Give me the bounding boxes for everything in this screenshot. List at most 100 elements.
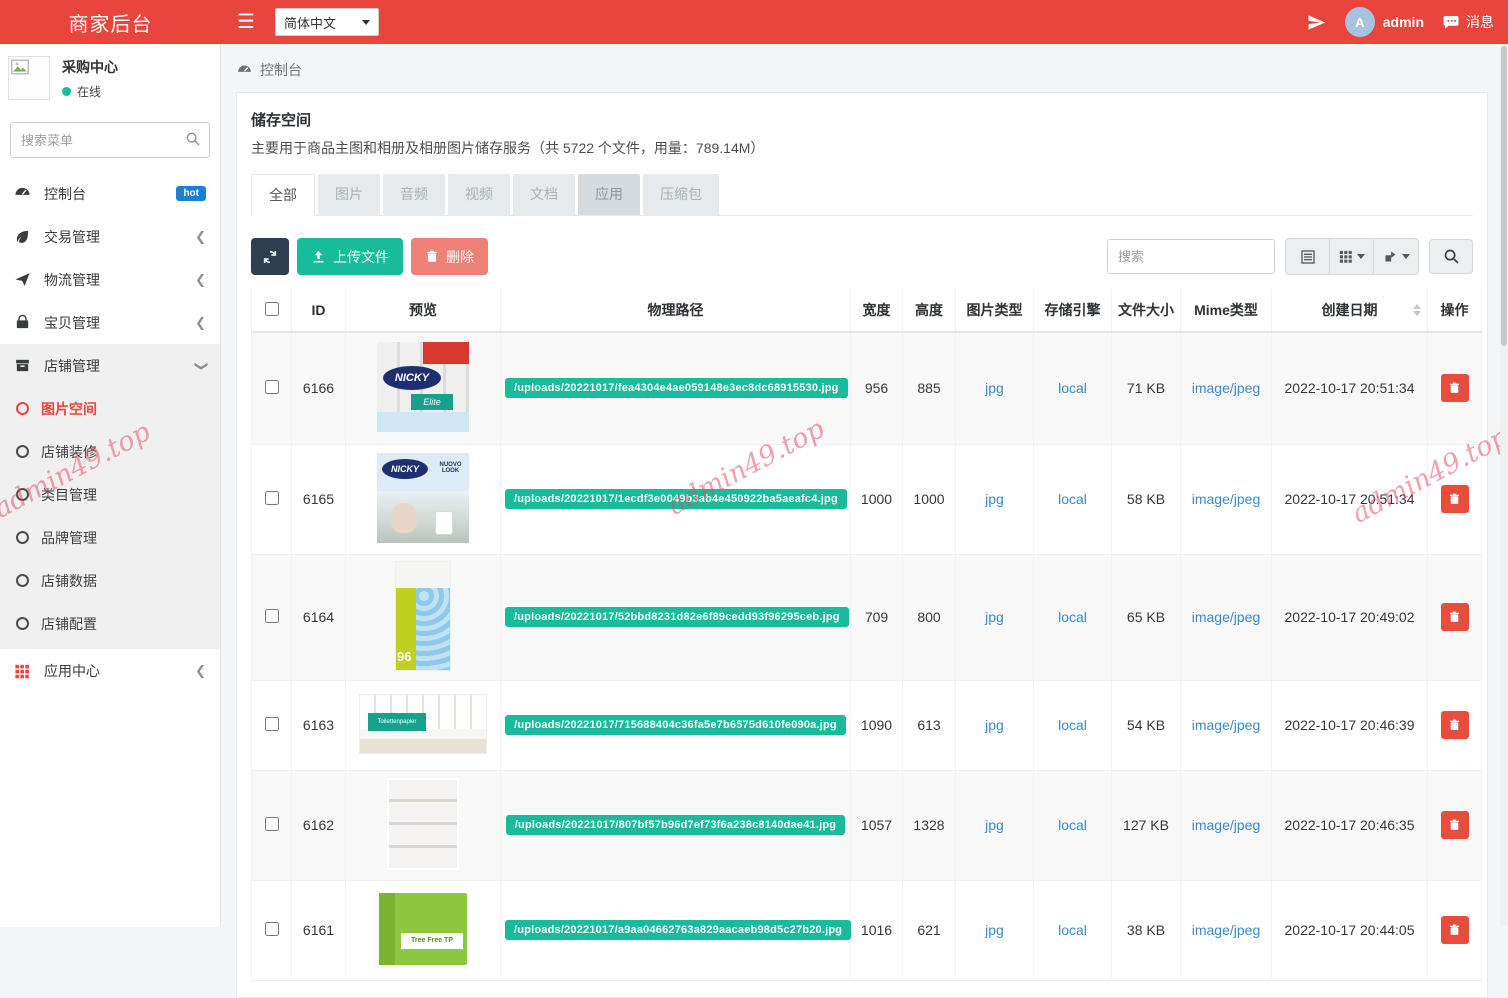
mime-type-link[interactable]: image/jpeg <box>1192 609 1261 625</box>
mime-type-link[interactable]: image/jpeg <box>1192 817 1261 833</box>
sidebar-subitem-shop-config[interactable]: 店铺配置 <box>0 602 220 645</box>
row-delete-button[interactable] <box>1441 916 1469 944</box>
storage-engine-link[interactable]: local <box>1058 491 1087 507</box>
mime-type-link[interactable]: image/jpeg <box>1192 922 1261 938</box>
col-preview[interactable]: 预览 <box>346 289 501 332</box>
col-image-type[interactable]: 图片类型 <box>956 289 1034 332</box>
image-type-link[interactable]: jpg <box>985 609 1004 625</box>
preview-image[interactable]: Toilettenpapier <box>359 694 487 754</box>
preview-image[interactable]: cabooTree Free TP <box>375 889 471 969</box>
col-width[interactable]: 宽度 <box>851 289 903 332</box>
row-delete-button[interactable] <box>1441 811 1469 839</box>
online-status-dot <box>62 87 71 96</box>
mime-type-link[interactable]: image/jpeg <box>1192 380 1261 396</box>
row-checkbox[interactable] <box>265 609 279 623</box>
select-all-checkbox[interactable] <box>265 302 279 316</box>
preview-image[interactable]: NICKYNUOVO LOOK <box>377 453 469 543</box>
storage-engine-link[interactable]: local <box>1058 380 1087 396</box>
vertical-scrollbar[interactable] <box>1500 44 1508 927</box>
sidebar-subitem-category-management[interactable]: 类目管理 <box>0 473 220 516</box>
row-checkbox[interactable] <box>265 491 279 505</box>
file-path-badge[interactable]: /uploads/20221017/52bbd8231d82e6f89cedd9… <box>505 607 849 627</box>
preview-image[interactable]: 96 <box>395 561 451 671</box>
paper-plane-icon <box>14 271 31 288</box>
tab-audio[interactable]: 音频 <box>383 174 445 215</box>
image-type-link[interactable]: jpg <box>985 380 1004 396</box>
sidebar-item-dashboard[interactable]: 控制台 hot <box>0 172 220 215</box>
export-button[interactable] <box>1374 239 1418 274</box>
sidebar-item-trade[interactable]: 交易管理 ❮ <box>0 215 220 258</box>
profile-name: 采购中心 <box>62 57 118 77</box>
row-checkbox[interactable] <box>265 717 279 731</box>
hamburger-menu-icon[interactable]: ☰ <box>237 12 255 32</box>
columns-view-button[interactable] <box>1330 239 1374 274</box>
trash-icon <box>1448 381 1461 395</box>
preview-image[interactable] <box>387 778 459 870</box>
image-type-link[interactable]: jpg <box>985 817 1004 833</box>
storage-engine-link[interactable]: local <box>1058 817 1087 833</box>
row-checkbox[interactable] <box>265 817 279 831</box>
file-path-badge[interactable]: /uploads/20221017/fea4304e4ae059148e3ec8… <box>505 378 848 398</box>
send-icon[interactable] <box>1307 12 1327 32</box>
row-delete-button[interactable] <box>1441 711 1469 739</box>
sidebar-subitem-shop-data[interactable]: 店铺数据 <box>0 559 220 602</box>
user-menu[interactable]: A admin <box>1345 7 1424 37</box>
mime-type-link[interactable]: image/jpeg <box>1192 491 1261 507</box>
cell-created: 2022-10-17 20:51:34 <box>1272 444 1428 554</box>
preview-image[interactable]: NICKYElite <box>377 342 469 432</box>
tab-video[interactable]: 视频 <box>448 174 510 215</box>
sidebar-item-goods[interactable]: 宝贝管理 ❮ <box>0 301 220 344</box>
sidebar-item-shop-management[interactable]: 店铺管理 ❮ <box>0 344 220 387</box>
file-path-badge[interactable]: /uploads/20221017/807bf57b96d7ef73f6a238… <box>506 815 845 835</box>
tab-apps[interactable]: 应用 <box>578 174 640 215</box>
col-storage-engine[interactable]: 存储引擎 <box>1034 289 1112 332</box>
file-path-badge[interactable]: /uploads/20221017/a9aa04662763a829aacaeb… <box>505 920 851 940</box>
row-checkbox[interactable] <box>265 922 279 936</box>
col-height[interactable]: 高度 <box>903 289 956 332</box>
image-type-link[interactable]: jpg <box>985 491 1004 507</box>
storage-engine-link[interactable]: local <box>1058 922 1087 938</box>
table-search-input[interactable] <box>1107 239 1275 274</box>
tab-documents[interactable]: 文档 <box>513 174 575 215</box>
export-icon <box>1383 249 1398 264</box>
storage-engine-link[interactable]: local <box>1058 609 1087 625</box>
image-type-link[interactable]: jpg <box>985 922 1004 938</box>
scrollbar-thumb[interactable] <box>1501 46 1507 346</box>
file-path-badge[interactable]: /uploads/20221017/715688404c36fa5e7b6575… <box>505 715 846 735</box>
col-path[interactable]: 物理路径 <box>501 289 851 332</box>
row-checkbox[interactable] <box>265 380 279 394</box>
row-delete-button[interactable] <box>1441 603 1469 631</box>
row-delete-button[interactable] <box>1441 374 1469 402</box>
sort-icon[interactable] <box>1413 304 1421 316</box>
sidebar-subitem-shop-decoration[interactable]: 店铺装修 <box>0 430 220 473</box>
search-icon <box>1443 248 1460 265</box>
delete-button[interactable]: 删除 <box>411 238 488 275</box>
tab-archives[interactable]: 压缩包 <box>643 174 719 215</box>
upload-button[interactable]: 上传文件 <box>297 238 403 275</box>
grid-view-icon <box>1338 249 1353 264</box>
language-select[interactable]: 简体中文 <box>275 8 379 36</box>
image-type-link[interactable]: jpg <box>985 717 1004 733</box>
col-id[interactable]: ID <box>292 289 346 332</box>
shop-submenu: 图片空间 店铺装修 类目管理 品牌管理 店铺数据 店铺配置 <box>0 387 220 649</box>
file-path-badge[interactable]: /uploads/20221017/1ecdf3e0049b3ab4e45092… <box>505 489 847 509</box>
messages-button[interactable]: 消息 <box>1442 12 1494 32</box>
sidebar-subitem-image-space[interactable]: 图片空间 <box>0 387 220 430</box>
col-actions: 操作 <box>1428 289 1482 332</box>
tab-all[interactable]: 全部 <box>251 174 315 216</box>
search-submit-button[interactable] <box>1429 239 1473 274</box>
sidebar-item-logistics[interactable]: 物流管理 ❮ <box>0 258 220 301</box>
mime-type-link[interactable]: image/jpeg <box>1192 717 1261 733</box>
view-button-group <box>1285 238 1419 275</box>
menu-search-input[interactable] <box>10 122 210 158</box>
tab-images[interactable]: 图片 <box>318 174 380 215</box>
col-created-date[interactable]: 创建日期 <box>1272 289 1428 332</box>
row-delete-button[interactable] <box>1441 485 1469 513</box>
refresh-button[interactable] <box>251 238 289 275</box>
col-file-size[interactable]: 文件大小 <box>1112 289 1181 332</box>
sidebar-item-app-center[interactable]: 应用中心 ❮ <box>0 649 220 692</box>
storage-engine-link[interactable]: local <box>1058 717 1087 733</box>
col-mime-type[interactable]: Mime类型 <box>1181 289 1272 332</box>
list-view-button[interactable] <box>1286 239 1330 274</box>
sidebar-subitem-brand-management[interactable]: 品牌管理 <box>0 516 220 559</box>
